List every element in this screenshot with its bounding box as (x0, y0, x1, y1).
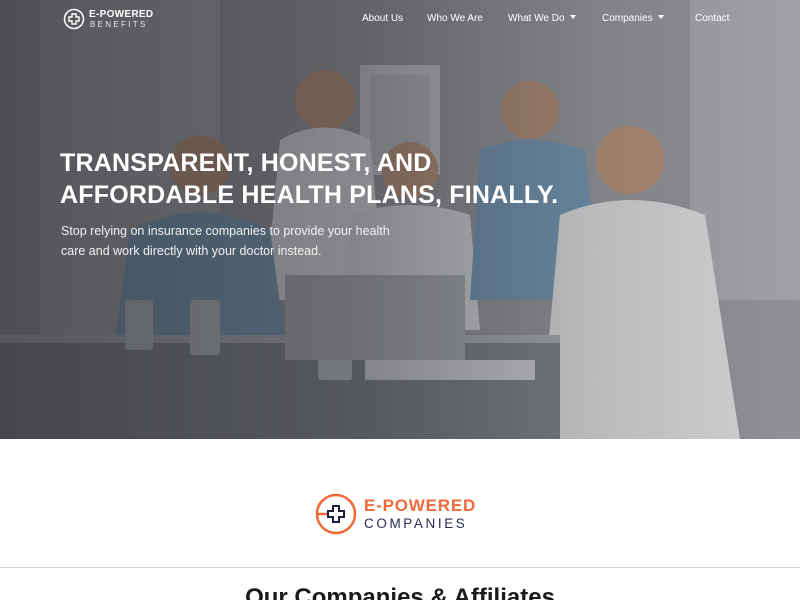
hero-dark-overlay (0, 0, 800, 439)
hero-headline-line-2: AFFORDABLE HEALTH PLANS, FINALLY. (60, 181, 559, 209)
hero-subtitle: Stop relying on insurance companies to p… (61, 224, 390, 258)
nav-item-companies[interactable]: Companies (602, 13, 664, 24)
nav-label: Who We Are (427, 13, 483, 24)
companies-logo-text-primary: E-POWERED (364, 496, 477, 515)
companies-logo[interactable]: E-POWERED COMPANIES (314, 492, 494, 540)
companies-section-title: Our Companies & Affiliates (245, 584, 555, 600)
caret-down-icon (569, 15, 576, 20)
logo-text-secondary: BENEFITS (90, 20, 148, 29)
nav-item-what-we-do[interactable]: What We Do (508, 13, 576, 24)
caret-down-icon (657, 15, 664, 20)
hero-headline: TRANSPARENT, HONEST, AND AFFORDABLE HEAL… (60, 147, 560, 211)
medical-cross-circle-icon (315, 493, 357, 535)
site-logo[interactable]: E-POWERED BENEFITS (63, 8, 163, 32)
hero-headline-line-1: TRANSPARENT, HONEST, AND (60, 149, 432, 177)
hero-section: E-POWERED BENEFITS About Us Who We Are W… (0, 0, 800, 439)
section-divider (0, 567, 800, 568)
nav-label: About Us (362, 13, 404, 24)
main-navigation: E-POWERED BENEFITS About Us Who We Are W… (0, 0, 800, 38)
nav-label: What We Do (508, 13, 565, 24)
nav-label: Contact (695, 13, 730, 24)
nav-item-who-we-are[interactable]: Who We Are (427, 13, 483, 24)
nav-item-contact[interactable]: Contact (695, 13, 729, 24)
page: E-POWERED BENEFITS About Us Who We Are W… (0, 0, 800, 600)
nav-item-about-us[interactable]: About Us (362, 13, 403, 24)
companies-logo-text-secondary: COMPANIES (364, 516, 468, 531)
nav-label: Companies (602, 13, 653, 24)
logo-text-primary: E-POWERED (89, 9, 154, 20)
medical-cross-circle-icon (63, 8, 85, 30)
